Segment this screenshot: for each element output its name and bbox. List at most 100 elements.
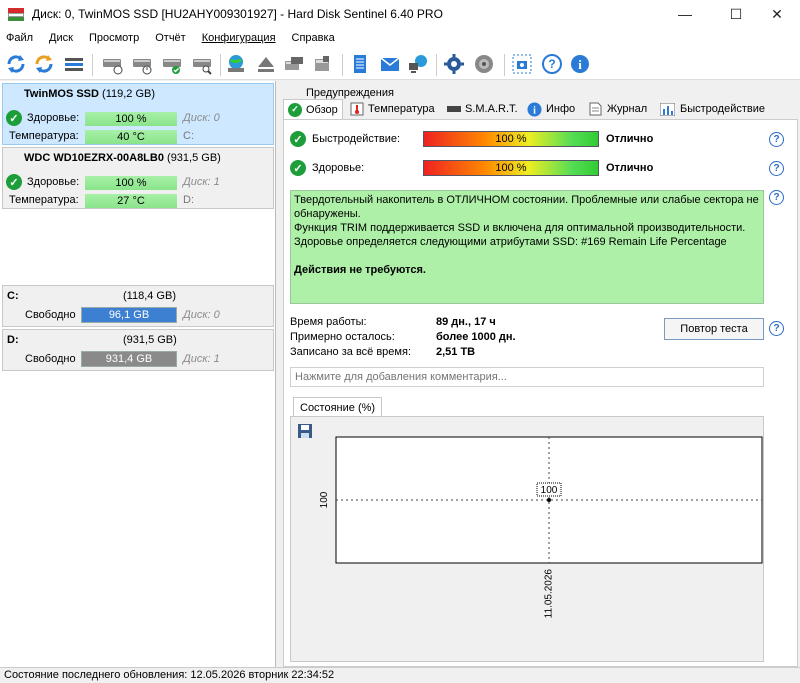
svg-text:i: i (578, 57, 582, 72)
thermometer-icon (350, 102, 364, 116)
maximize-button[interactable]: ☐ (713, 0, 759, 28)
uptime-label: Время работы: (290, 316, 367, 328)
svg-text:?: ? (548, 57, 555, 71)
free-label: Свободно (25, 309, 76, 321)
disk-test-icon[interactable] (310, 52, 334, 76)
performance-chart-icon (660, 102, 675, 116)
help-icon[interactable]: ? (769, 161, 784, 176)
disk-icon (447, 106, 461, 112)
free-label: Свободно (25, 353, 76, 365)
health-bar: 100 % (85, 112, 177, 126)
temp-bar: 27 °C (85, 194, 177, 208)
disk-ok-icon[interactable] (160, 52, 184, 76)
health-label: Здоровье: (312, 162, 365, 174)
written-value: 2,51 TB (436, 346, 476, 358)
tab-smart[interactable]: S.M.A.R.T. (447, 99, 518, 119)
menu-report[interactable]: Отчёт (147, 32, 193, 44)
disk-search-icon[interactable] (190, 52, 214, 76)
volume-disk-ref: Диск: 0 (183, 309, 220, 321)
settings-icon[interactable] (442, 52, 466, 76)
svg-text:i: i (533, 105, 536, 116)
data-point (547, 498, 551, 502)
health-label: Здоровье: (27, 176, 80, 188)
toolbar: ? i (0, 48, 800, 80)
remaining-label: Примерно осталось: (290, 331, 395, 343)
volume-disk-ref: Диск: 1 (183, 353, 220, 365)
volume-size: (118,4 GB) (123, 290, 176, 302)
menu-view[interactable]: Просмотр (81, 32, 147, 44)
close-button[interactable]: ✕ (754, 0, 800, 28)
disk-list-icon[interactable] (62, 52, 86, 76)
temp-label: Температура: (9, 130, 79, 142)
tab-health-chart[interactable]: Состояние (%) (293, 397, 383, 417)
temp-bar: 40 °C (85, 130, 177, 144)
overview-panel: ✓ Быстродействие: 100 % Отлично ? ✓ Здор… (283, 119, 798, 667)
disk-card-1[interactable]: WDC WD10EZRX-00A8LB0 (931,5 GB) ✓ Здоров… (2, 147, 274, 209)
info-icon: i (527, 102, 542, 116)
help-icon[interactable]: ? (769, 321, 784, 336)
refresh-icon[interactable] (4, 52, 28, 76)
help-icon[interactable]: ? (769, 190, 784, 205)
temp-ref: D: (183, 194, 194, 206)
screenshot-icon[interactable] (510, 52, 534, 76)
menu-help[interactable]: Справка (284, 32, 343, 44)
sound-icon[interactable] (472, 52, 496, 76)
window-title: Диск: 0, TwinMOS SSD [HU2AHY009301927] -… (32, 7, 443, 21)
health-chart: 100 11.05.2026 100 (290, 416, 764, 662)
document-icon (589, 102, 602, 116)
disk-ref: Диск: 1 (183, 176, 220, 188)
left-panel: TwinMOS SSD (119,2 GB) ✓ Здоровье: 100 %… (0, 81, 276, 667)
app-logo-icon (8, 6, 24, 22)
tab-log[interactable]: Журнал (589, 99, 647, 119)
x-tick-label: 11.05.2026 (544, 569, 555, 619)
temp-ref: C: (183, 130, 194, 142)
check-icon: ✓ (290, 160, 306, 176)
volume-card-d[interactable]: D: (931,5 GB) Свободно 931,4 GB Диск: 1 (2, 329, 274, 371)
status-bar: Состояние последнего обновления: 12.05.2… (0, 667, 800, 683)
menu-bar: Файл Диск Просмотр Отчёт Конфигурация Сп… (0, 28, 800, 48)
retest-button[interactable]: Повтор теста (664, 318, 764, 340)
health-bar: 100 % (423, 160, 599, 176)
network-icon[interactable] (406, 52, 430, 76)
email-icon[interactable] (378, 52, 402, 76)
help-icon[interactable]: ? (769, 132, 784, 147)
check-icon: ✓ (288, 102, 302, 117)
tab-info[interactable]: i Инфо (527, 99, 575, 119)
disk-export-icon[interactable] (282, 52, 306, 76)
free-space-bar: 96,1 GB (81, 307, 177, 323)
check-icon: ✓ (6, 110, 22, 126)
disk-ref: Диск: 0 (183, 112, 220, 124)
menu-file[interactable]: Файл (0, 32, 41, 44)
globe-disk-icon[interactable] (224, 52, 248, 76)
performance-label: Быстродействие: (312, 133, 401, 145)
remaining-value: более 1000 дн. (436, 331, 516, 343)
status-message: Твердотельный накопитель в ОТЛИЧНОМ сост… (290, 190, 764, 304)
check-icon: ✓ (290, 131, 306, 147)
refresh-all-icon[interactable] (32, 52, 56, 76)
health-label: Здоровье: (27, 112, 80, 124)
comment-input[interactable] (290, 367, 764, 387)
tab-overview[interactable]: ✓ Обзор (283, 99, 343, 119)
eject-icon[interactable] (254, 52, 278, 76)
y-tick-label: 100 (319, 491, 330, 508)
disk-schedule-icon[interactable] (130, 52, 154, 76)
menu-config[interactable]: Конфигурация (194, 32, 284, 44)
disk-info-icon[interactable] (100, 52, 124, 76)
info-icon[interactable]: i (568, 52, 592, 76)
menu-disk[interactable]: Диск (41, 32, 81, 44)
written-label: Записано за всё время: (290, 346, 411, 358)
minimize-button[interactable]: — (662, 0, 708, 28)
volume-card-c[interactable]: C: (118,4 GB) Свободно 96,1 GB Диск: 0 (2, 285, 274, 327)
volume-size: (931,5 GB) (123, 334, 177, 346)
health-bar: 100 % (85, 176, 177, 190)
check-icon: ✓ (6, 174, 22, 190)
disk-card-0[interactable]: TwinMOS SSD (119,2 GB) ✓ Здоровье: 100 %… (2, 83, 274, 145)
data-label: 100 (541, 485, 558, 496)
notes-icon[interactable] (348, 52, 372, 76)
title-bar: Диск: 0, TwinMOS SSD [HU2AHY009301927] -… (0, 0, 800, 28)
uptime-value: 89 дн., 17 ч (436, 316, 496, 328)
tab-performance[interactable]: Быстродействие (660, 99, 765, 119)
help-icon[interactable]: ? (540, 52, 564, 76)
tab-temperature[interactable]: Температура (350, 99, 435, 119)
free-space-bar: 931,4 GB (81, 351, 177, 367)
